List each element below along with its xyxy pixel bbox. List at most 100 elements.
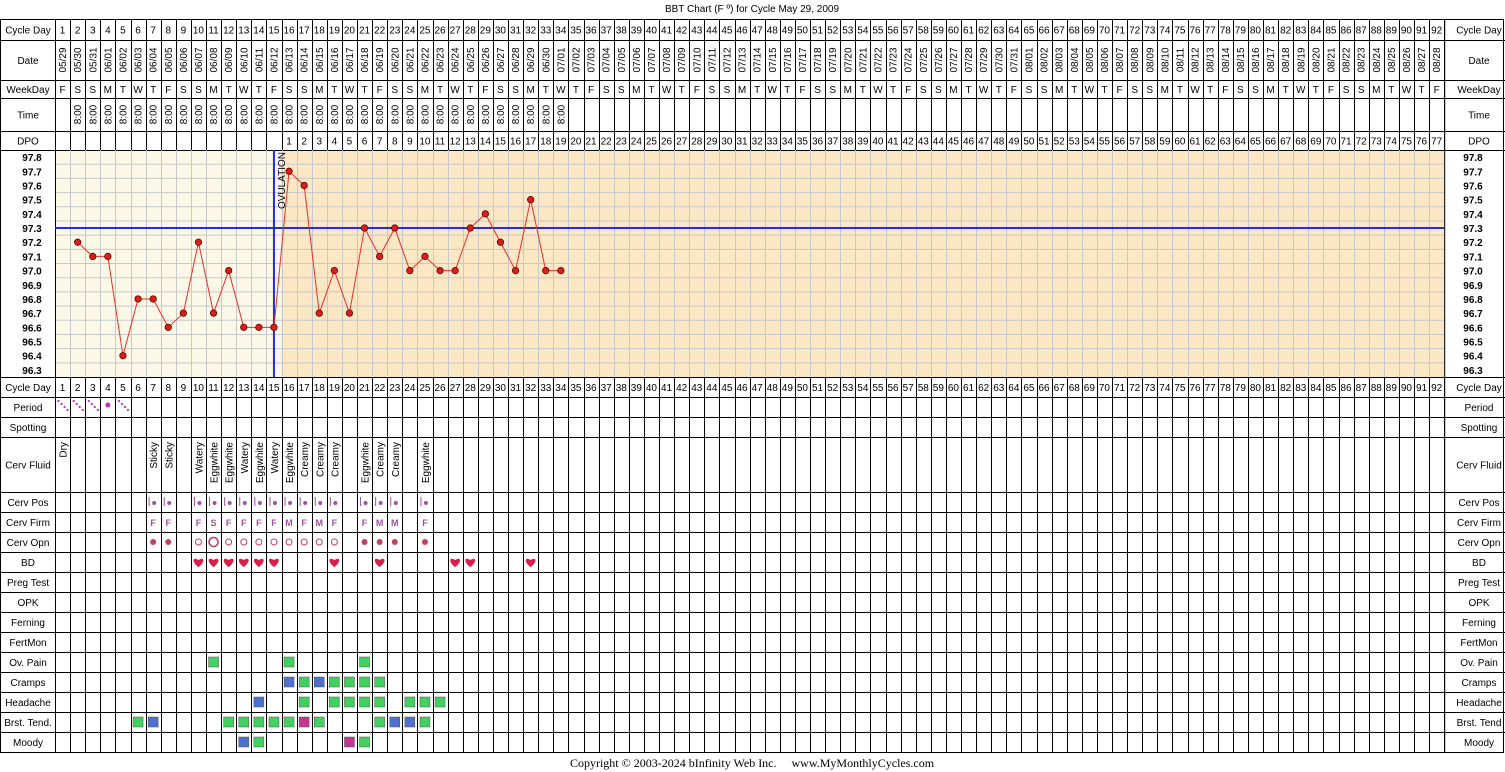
cerv-firm-value: F: [226, 518, 232, 528]
dpo-number: 41: [887, 137, 899, 148]
cycle-day-number: 6: [135, 26, 141, 37]
cerv-firm-value: M: [391, 518, 399, 528]
cycle-day-number-bottom: 73: [1144, 383, 1156, 394]
date-value: 07/07: [647, 47, 658, 72]
dpo-number: 17: [525, 137, 537, 148]
dpo-number: 49: [1008, 137, 1020, 148]
time-value: 8:00: [164, 104, 175, 124]
cerv-opn-marker: [194, 538, 202, 546]
period-marker: [96, 408, 99, 412]
bd-heart: [208, 558, 219, 567]
cycle-day-number: 34: [555, 26, 567, 37]
headache-marker: [253, 696, 265, 708]
dpo-number: 1: [286, 137, 292, 148]
weekday-letter: S: [618, 85, 625, 96]
weekday-letter: S: [286, 85, 293, 96]
date-value: 07/30: [994, 47, 1005, 72]
time-value: 8:00: [103, 104, 114, 124]
dpo-number: 35: [797, 137, 809, 148]
cerv-opn-marker: [421, 539, 428, 545]
dpo-number: 68: [1295, 137, 1307, 148]
weekday-letter: T: [965, 85, 971, 96]
cycle-day-number-bottom: 58: [918, 383, 930, 394]
weekday-letter: S: [1343, 85, 1350, 96]
cycle-day-number: 68: [1069, 26, 1081, 37]
time-value: 8:00: [285, 104, 296, 124]
cerv-firm-value: F: [256, 518, 262, 528]
cerv-pos-label: Cerv Pos: [7, 498, 48, 509]
date-value: 07/01: [556, 47, 567, 72]
date-value: 07/03: [587, 47, 598, 72]
weekday-label-right: WeekDay: [1457, 85, 1500, 96]
cerv-fluid-value: Eggwhite: [285, 442, 296, 484]
cycle-day-number: 7: [150, 26, 156, 37]
cerv-fluid-value: Dry: [59, 442, 70, 458]
weekday-letter: F: [1328, 85, 1334, 96]
cerv-firm-label: Cerv Firm: [6, 518, 50, 529]
cycle-day-number-bottom: 54: [857, 383, 869, 394]
weekday-letter: F: [271, 85, 277, 96]
time-value: 8:00: [209, 104, 220, 124]
date-value: 06/27: [496, 47, 507, 72]
date-value: 07/26: [934, 47, 945, 72]
temp-tick-label-right: 97.5: [1463, 196, 1483, 207]
cramps-marker: [283, 676, 295, 688]
dpo-number: 20: [570, 137, 582, 148]
cycle-day-number: 79: [1235, 26, 1247, 37]
weekday-letter: T: [996, 85, 1002, 96]
date-value: 07/16: [783, 47, 794, 72]
date-value: 08/05: [1085, 47, 1096, 72]
cycle-day-number: 12: [223, 26, 235, 37]
weekday-letter: T: [754, 85, 760, 96]
weekday-label: WeekDay: [6, 85, 49, 96]
dpo-number: 66: [1265, 137, 1277, 148]
cerv-firm-value: M: [316, 518, 324, 528]
date-value: 06/21: [405, 47, 416, 72]
dpo-number: 52: [1054, 137, 1066, 148]
cerv-fluid-value: Creamy: [315, 442, 326, 477]
weekday-letter: S: [512, 85, 519, 96]
cerv-pos-marker: [288, 501, 293, 505]
cycle-day-number-bottom: 89: [1386, 383, 1398, 394]
cycle-day-number: 16: [283, 26, 295, 37]
temp-tick-label-right: 96.7: [1463, 309, 1483, 320]
temperature-point: [194, 238, 203, 246]
time-value: 8:00: [134, 104, 145, 124]
cycle-day-number: 13: [238, 26, 250, 37]
cycle-day-number: 89: [1386, 26, 1398, 37]
time-value: 8:00: [556, 104, 567, 124]
cycle-day-number-bottom: 12: [223, 383, 235, 394]
preg-test-label: Preg Test: [7, 578, 49, 589]
dpo-number: 77: [1431, 137, 1443, 148]
dpo-number: 8: [392, 137, 398, 148]
date-value: 06/29: [526, 47, 537, 72]
weekday-letter: S: [1131, 85, 1138, 96]
dpo-number: 71: [1340, 137, 1352, 148]
date-value: 06/14: [300, 47, 311, 72]
weekday-letter: S: [180, 85, 187, 96]
fertmon-label-right: FertMon: [1460, 638, 1497, 649]
cycle-day-number-bottom: 83: [1295, 383, 1307, 394]
cday-label-right: Cycle Day: [1456, 26, 1502, 37]
dpo-number: 18: [540, 137, 552, 148]
temperature-point: [89, 252, 97, 261]
cycle-day-number: 40: [646, 26, 658, 37]
spotting-label-right: Spotting: [1461, 423, 1498, 434]
time-value: 8:00: [481, 104, 492, 124]
cerv-fluid-value: Watery: [270, 442, 281, 473]
cycle-day-number-bottom: 76: [1189, 383, 1201, 394]
weekday-letter: T: [679, 85, 685, 96]
weekday-letter: W: [1296, 85, 1306, 96]
dpo-number: 53: [1069, 137, 1081, 148]
dpo-number: 70: [1325, 137, 1337, 148]
bd-heart: [525, 558, 536, 567]
dpo-number: 54: [1084, 137, 1096, 148]
cycle-day-number-bottom: 88: [1371, 383, 1383, 394]
dpo-number: 60: [1174, 137, 1186, 148]
weekday-letter: T: [573, 85, 579, 96]
cerv-opn-marker: [165, 539, 172, 545]
date-value: 08/17: [1266, 47, 1277, 72]
cycle-day-number: 73: [1144, 26, 1156, 37]
period-marker: [60, 402, 63, 406]
cycle-day-number: 19: [329, 26, 341, 37]
